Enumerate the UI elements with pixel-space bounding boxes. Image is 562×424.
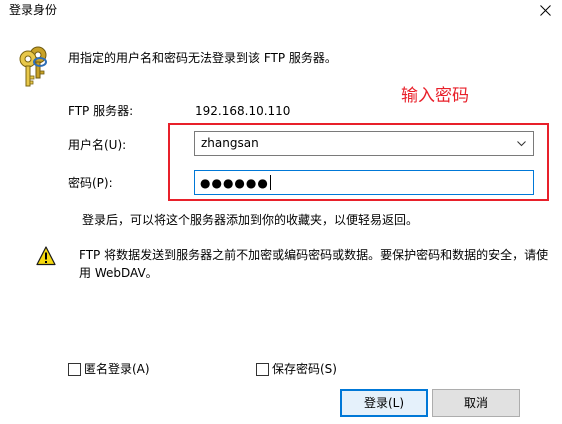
- close-icon: [540, 5, 551, 16]
- error-message: 用指定的用户名和密码无法登录到该 FTP 服务器。: [68, 51, 337, 65]
- anonymous-login-label[interactable]: 匿名登录(A): [84, 361, 150, 377]
- username-value: zhangsan: [201, 136, 259, 150]
- password-masked-value: ●●●●●●: [200, 175, 271, 191]
- favorites-note: 登录后，可以将这个服务器添加到你的收藏夹，以便轻易返回。: [82, 213, 419, 227]
- login-button[interactable]: 登录(L): [340, 389, 428, 417]
- warning-text-line2: 用 WebDAV。: [79, 266, 158, 280]
- password-field[interactable]: ●●●●●●: [194, 170, 534, 195]
- username-combobox[interactable]: zhangsan: [194, 131, 534, 156]
- password-label: 密码(P):: [68, 176, 113, 190]
- warning-icon: [36, 246, 56, 266]
- save-password-checkbox[interactable]: [256, 363, 269, 376]
- window-title: 登录身份: [9, 3, 58, 17]
- close-button[interactable]: [529, 0, 562, 22]
- login-dialog: 登录身份 用指定的用户名和密码无法登录到该 FTP 服务器。 FTP 服务器: …: [0, 0, 562, 424]
- annotation-label: 输入密码: [401, 86, 469, 106]
- text-caret: [269, 175, 271, 190]
- keys-icon: [19, 46, 47, 87]
- anonymous-login-checkbox[interactable]: [68, 363, 81, 376]
- save-password-label[interactable]: 保存密码(S): [272, 361, 337, 377]
- warning-text-line1: FTP 将数据发送到服务器之前不加密或编码密码或数据。要保护密码和数据的安全，请…: [79, 248, 549, 262]
- ftp-server-value: 192.168.10.110: [195, 104, 291, 118]
- username-label: 用户名(U):: [68, 138, 127, 152]
- cancel-button[interactable]: 取消: [432, 389, 520, 417]
- ftp-server-label: FTP 服务器:: [68, 104, 134, 118]
- title-bar: 登录身份: [0, 0, 562, 22]
- password-dots: ●●●●●●: [200, 176, 269, 190]
- chevron-down-icon[interactable]: [517, 141, 526, 147]
